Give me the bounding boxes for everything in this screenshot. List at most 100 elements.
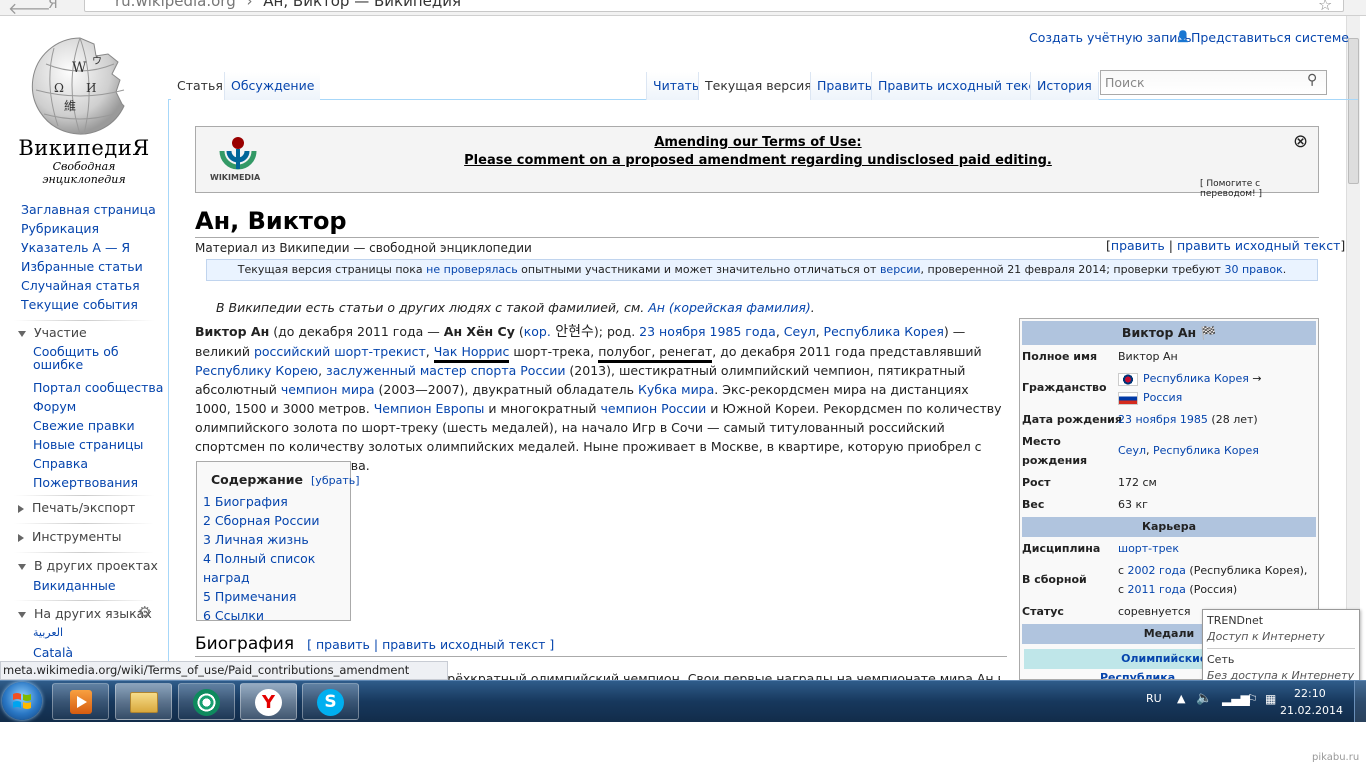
flagged-version-link[interactable]: версии (880, 263, 921, 276)
print-export-heading[interactable]: Печать/экспорт (18, 500, 135, 515)
volume-icon[interactable]: 🔈 (1196, 691, 1212, 706)
nav-report-error[interactable]: Сообщить об ошибке (33, 345, 153, 371)
nav-index[interactable]: Указатель А — Я (21, 238, 156, 257)
taskbar-media-player[interactable] (52, 683, 109, 720)
nav-donate[interactable]: Пожертвования (33, 473, 153, 492)
action-center-icon[interactable]: ⚐ (1247, 692, 1258, 706)
login-link[interactable]: Представиться системе (1191, 30, 1349, 45)
tools-heading[interactable]: Инструменты (18, 529, 121, 544)
tab-current-version[interactable]: Текущая версия (698, 72, 818, 100)
table-of-contents: Содержание [убрать] 1 Биография 2 Сборна… (196, 461, 360, 623)
nav-random[interactable]: Случайная статья (21, 276, 156, 295)
republic-korea-link[interactable]: Республику Корею (195, 363, 318, 378)
languages-heading[interactable]: На других языках (18, 606, 152, 621)
nav-help[interactable]: Справка (33, 454, 153, 473)
nav-lang-arabic[interactable]: العربية (33, 626, 63, 639)
toc-title: Содержание [убрать] (211, 472, 360, 487)
toc-item[interactable]: 1 Биография (203, 492, 350, 511)
search-input[interactable]: Поиск (1100, 70, 1327, 95)
language-settings-gear-icon[interactable]: ⚙ (138, 603, 151, 621)
edit-link[interactable]: править (1111, 238, 1165, 253)
input-language-indicator[interactable]: RU (1146, 692, 1162, 705)
russian-link[interactable]: российский (254, 344, 330, 359)
tab-talk[interactable]: Обсуждение (224, 72, 321, 100)
team-year-2002-link[interactable]: 2002 года (1128, 564, 1186, 577)
flagged-edits-link[interactable]: 30 правок (1224, 263, 1282, 276)
taskbar-app-green[interactable] (178, 683, 235, 720)
section-edit-links[interactable]: [ править | править исходный текст ] (307, 637, 554, 652)
forward-icon[interactable]: Я (48, 0, 58, 12)
taskbar-skype[interactable]: S (302, 683, 359, 720)
other-projects-heading[interactable]: В других проектах (18, 558, 158, 573)
infobox-career-header: Карьера (1022, 517, 1316, 537)
start-button[interactable] (2, 682, 42, 720)
taskbar-file-explorer[interactable] (115, 683, 172, 720)
flagged-revisions-notice: Текущая версия страницы пока не проверял… (206, 259, 1318, 281)
nav-community-portal[interactable]: Портал сообщества (33, 378, 163, 397)
tab-article[interactable]: Статья (171, 72, 229, 100)
banner-comment-link[interactable]: Please comment on a proposed amendment r… (196, 153, 1320, 168)
toc-item[interactable]: 5 Примечания (203, 587, 350, 606)
toc-item[interactable]: 3 Личная жизнь (203, 530, 350, 549)
world-cup-link[interactable]: Кубка мира (638, 382, 714, 397)
wikipedia-globe-logo[interactable]: W Ω И 維 ウ (24, 34, 136, 138)
russian-champion-link[interactable]: чемпион России (601, 401, 707, 416)
tray-app-icon[interactable]: ▦ (1265, 692, 1276, 706)
medal-country-link[interactable]: Республика (1100, 671, 1175, 679)
bookmark-star-icon[interactable]: ☆ (1318, 0, 1332, 14)
nav-lang-catalan[interactable]: Català (33, 645, 73, 660)
search-icon[interactable]: ⚲ (1307, 72, 1317, 88)
tab-edit[interactable]: Править (810, 72, 879, 100)
banner-translate-link[interactable]: [ Помогите с переводом! ] (1200, 179, 1318, 199)
flagged-unchecked-link[interactable]: не проверялась (426, 263, 518, 276)
citizenship-russia-link[interactable]: Россия (1143, 391, 1182, 404)
lead-paragraph: Виктор Ан (до декабря 2011 года — Ан Хён… (195, 324, 1002, 473)
banner-close-icon[interactable]: ⊗ (1293, 131, 1308, 152)
chuck-norris-link[interactable]: Чак Норрис (433, 344, 510, 363)
shorttracker-link[interactable]: шорт-трекист (334, 344, 426, 359)
create-account-link[interactable]: Создать учётную запись (1029, 30, 1192, 45)
team-year-2011-link[interactable]: 2011 года (1128, 583, 1186, 596)
toc-hide-link[interactable]: [убрать] (311, 474, 360, 487)
clock-date[interactable]: 21.02.2014 (1280, 704, 1343, 717)
participation-heading[interactable]: Участие (18, 325, 87, 340)
banner-title-link[interactable]: Amending our Terms of Use: (196, 135, 1320, 150)
clock-time[interactable]: 22:10 (1294, 687, 1326, 700)
nav-current-events[interactable]: Текущие события (21, 295, 156, 314)
korean-lang-link[interactable]: кор. (524, 324, 551, 339)
show-hidden-icons-icon[interactable]: ▲ (1177, 692, 1185, 705)
infobox-discipline-link[interactable]: шорт-трек (1118, 542, 1179, 555)
infobox-korea-link[interactable]: Республика Корея (1153, 444, 1259, 457)
tab-read[interactable]: Читать (646, 72, 706, 100)
network-signal-icon[interactable]: ▂▄▆ (1222, 692, 1250, 706)
nav-new-pages[interactable]: Новые страницы (33, 435, 153, 454)
infobox-seoul-link[interactable]: Сеул (1118, 444, 1146, 457)
korea-flag-icon (1118, 372, 1138, 386)
korea-link[interactable]: Республика Корея (824, 324, 944, 339)
toc-item[interactable]: 2 Сборная России (203, 511, 350, 530)
tab-edit-source[interactable]: Править исходный текст (871, 72, 1049, 100)
european-champion-link[interactable]: Чемпион Европы (374, 401, 485, 416)
nav-featured[interactable]: Избранные статьи (21, 257, 156, 276)
toc-item[interactable]: 4 Полный список наград (203, 549, 350, 587)
show-desktop-button[interactable] (1354, 681, 1366, 722)
hatnote-link[interactable]: Ан (корейская фамилия) (648, 300, 811, 315)
honored-master-link[interactable]: заслуженный мастер спорта России (326, 363, 565, 378)
tab-history[interactable]: История (1030, 72, 1099, 100)
infobox-birthdate-link[interactable]: 23 ноября 1985 (1118, 413, 1208, 426)
world-champion-link[interactable]: чемпион мира (281, 382, 375, 397)
nav-categories[interactable]: Рубрикация (21, 219, 156, 238)
edit-source-link[interactable]: править исходный текст (1177, 238, 1340, 253)
address-bar[interactable]: ru.wikipedia.org › Ан, Виктор — Википеди… (84, 0, 1344, 12)
back-icon[interactable]: 🡐 (8, 0, 51, 15)
seoul-link[interactable]: Сеул (784, 324, 816, 339)
toc-item[interactable]: 6 Ссылки (203, 606, 350, 625)
infobox-title: Виктор Ан 🏁 (1022, 321, 1316, 345)
nav-forum[interactable]: Форум (33, 397, 153, 416)
nav-wikidata[interactable]: Викиданные (33, 578, 116, 593)
nav-main-page[interactable]: Заглавная страница (21, 200, 156, 219)
taskbar-yandex-browser[interactable]: Y (240, 683, 297, 720)
birthdate-link[interactable]: 23 ноября 1985 года (639, 324, 776, 339)
citizenship-korea-link[interactable]: Республика Корея (1143, 372, 1249, 385)
nav-recent-changes[interactable]: Свежие правки (33, 416, 153, 435)
